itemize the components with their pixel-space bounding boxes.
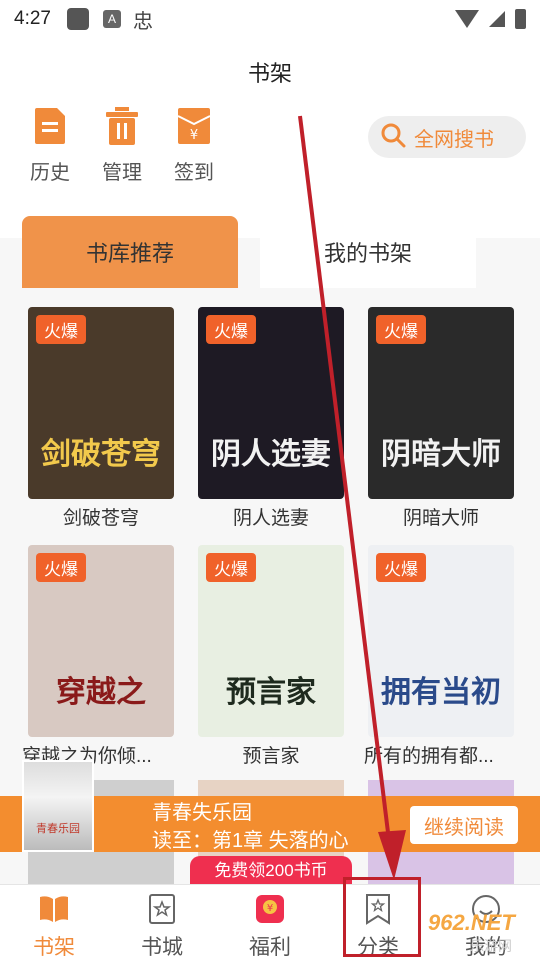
book-title: 所有的拥有都... [364,746,494,767]
bookstore-icon [146,893,178,925]
nav-welfare[interactable]: ¥ 福利 [216,893,324,960]
cover-title: 阴人选妻 [211,437,331,472]
book-cover: 火爆 穿越之 [28,545,174,737]
shelf-tabs: 书库推荐 我的书架 [0,216,540,288]
book-card[interactable]: 火爆 阴暗大师 阴暗大师 [368,307,514,530]
search-all-button[interactable]: 全网搜书 [368,116,526,158]
bug-icon: 忠 [132,10,153,33]
book-card[interactable]: 火爆 拥有当初 所有的拥有都... [364,545,514,768]
hot-badge: 火爆 [36,553,86,582]
book-card[interactable]: 火爆 阴人选妻 阴人选妻 [198,307,344,530]
book-cover: 火爆 阴暗大师 [368,307,514,499]
document-icon [33,106,67,146]
notification-icon [66,8,89,30]
cover-title: 拥有当初 [381,675,501,710]
status-time: 4:27 [14,8,51,29]
book-card[interactable]: 火爆 穿越之 穿越之为你倾... [22,545,174,768]
book-title: 预言家 [242,746,300,767]
history-button[interactable]: 历史 [14,106,86,185]
tab-my-shelf[interactable]: 我的书架 [260,216,476,288]
search-label: 全网搜书 [414,128,494,151]
history-label: 历史 [30,162,70,184]
book-cover: 火爆 剑破苍穹 [28,307,174,499]
nav-bookstore[interactable]: 书城 [108,893,216,960]
resume-book-title: 青春失乐园 [152,802,252,824]
nav-bookshelf[interactable]: 书架 [0,893,108,960]
book-card[interactable]: 火爆 剑破苍穹 剑破苍穹 [28,307,174,530]
book-cover: 火爆 预言家 [198,545,344,737]
cover-title: 剑破苍穹 [41,437,161,472]
manage-label: 管理 [102,162,142,184]
sign-in-button[interactable]: ¥ 签到 [158,106,230,185]
page-title: 书架 [247,61,292,86]
sign-in-label: 签到 [174,162,214,184]
watermark-subtitle: 乐游网 [470,938,512,954]
manage-button[interactable]: 管理 [86,106,158,185]
sign-in-envelope-icon: ¥ [177,106,211,146]
nav-label: 福利 [249,936,291,959]
tab-recommend[interactable]: 书库推荐 [22,216,238,288]
signal-icon [489,11,505,27]
status-bar: 4:27 A 忠 [0,0,540,38]
watermark-logo: 962.NET [428,910,515,935]
hot-badge: 火爆 [376,315,426,344]
gift-icon: ¥ [254,893,286,925]
a-notification-icon: A [102,10,121,28]
svg-text:¥: ¥ [190,128,198,143]
book-cover: 火爆 拥有当初 [368,545,514,737]
bookshelf-icon [38,893,70,925]
wifi-icon [455,10,479,28]
highlight-box-category [343,877,421,957]
cover-title: 穿越之 [56,675,146,710]
hot-badge: 火爆 [376,553,426,582]
hot-badge: 火爆 [206,553,256,582]
cover-title: 阴暗大师 [381,437,501,472]
book-title: 阴人选妻 [232,508,309,529]
book-card[interactable]: 火爆 预言家 预言家 [198,545,344,768]
cover-title: 预言家 [226,675,316,710]
continue-reading-button[interactable]: 继续阅读 [410,806,518,844]
battery-icon [515,9,526,29]
thumbnail-title: 青春乐园 [36,823,80,835]
free-coins-promo[interactable]: 免费领200书币 [190,856,352,886]
book-cover: 火爆 阴人选妻 [198,307,344,499]
resume-book-thumbnail: 青春乐园 [22,760,94,852]
svg-text:¥: ¥ [267,903,273,914]
book-title: 剑破苍穹 [62,508,139,529]
nav-label: 书架 [33,936,75,959]
search-icon [380,122,406,153]
continue-reading-bar[interactable]: 青春乐园 青春失乐园 读至：第1章 失落的心 继续阅读 [0,760,540,852]
book-title: 阴暗大师 [402,508,479,529]
hot-badge: 火爆 [36,315,86,344]
trash-icon [105,106,139,146]
nav-label: 书城 [141,936,183,959]
hot-badge: 火爆 [206,315,256,344]
resume-progress: 读至：第1章 失落的心 [152,830,349,852]
